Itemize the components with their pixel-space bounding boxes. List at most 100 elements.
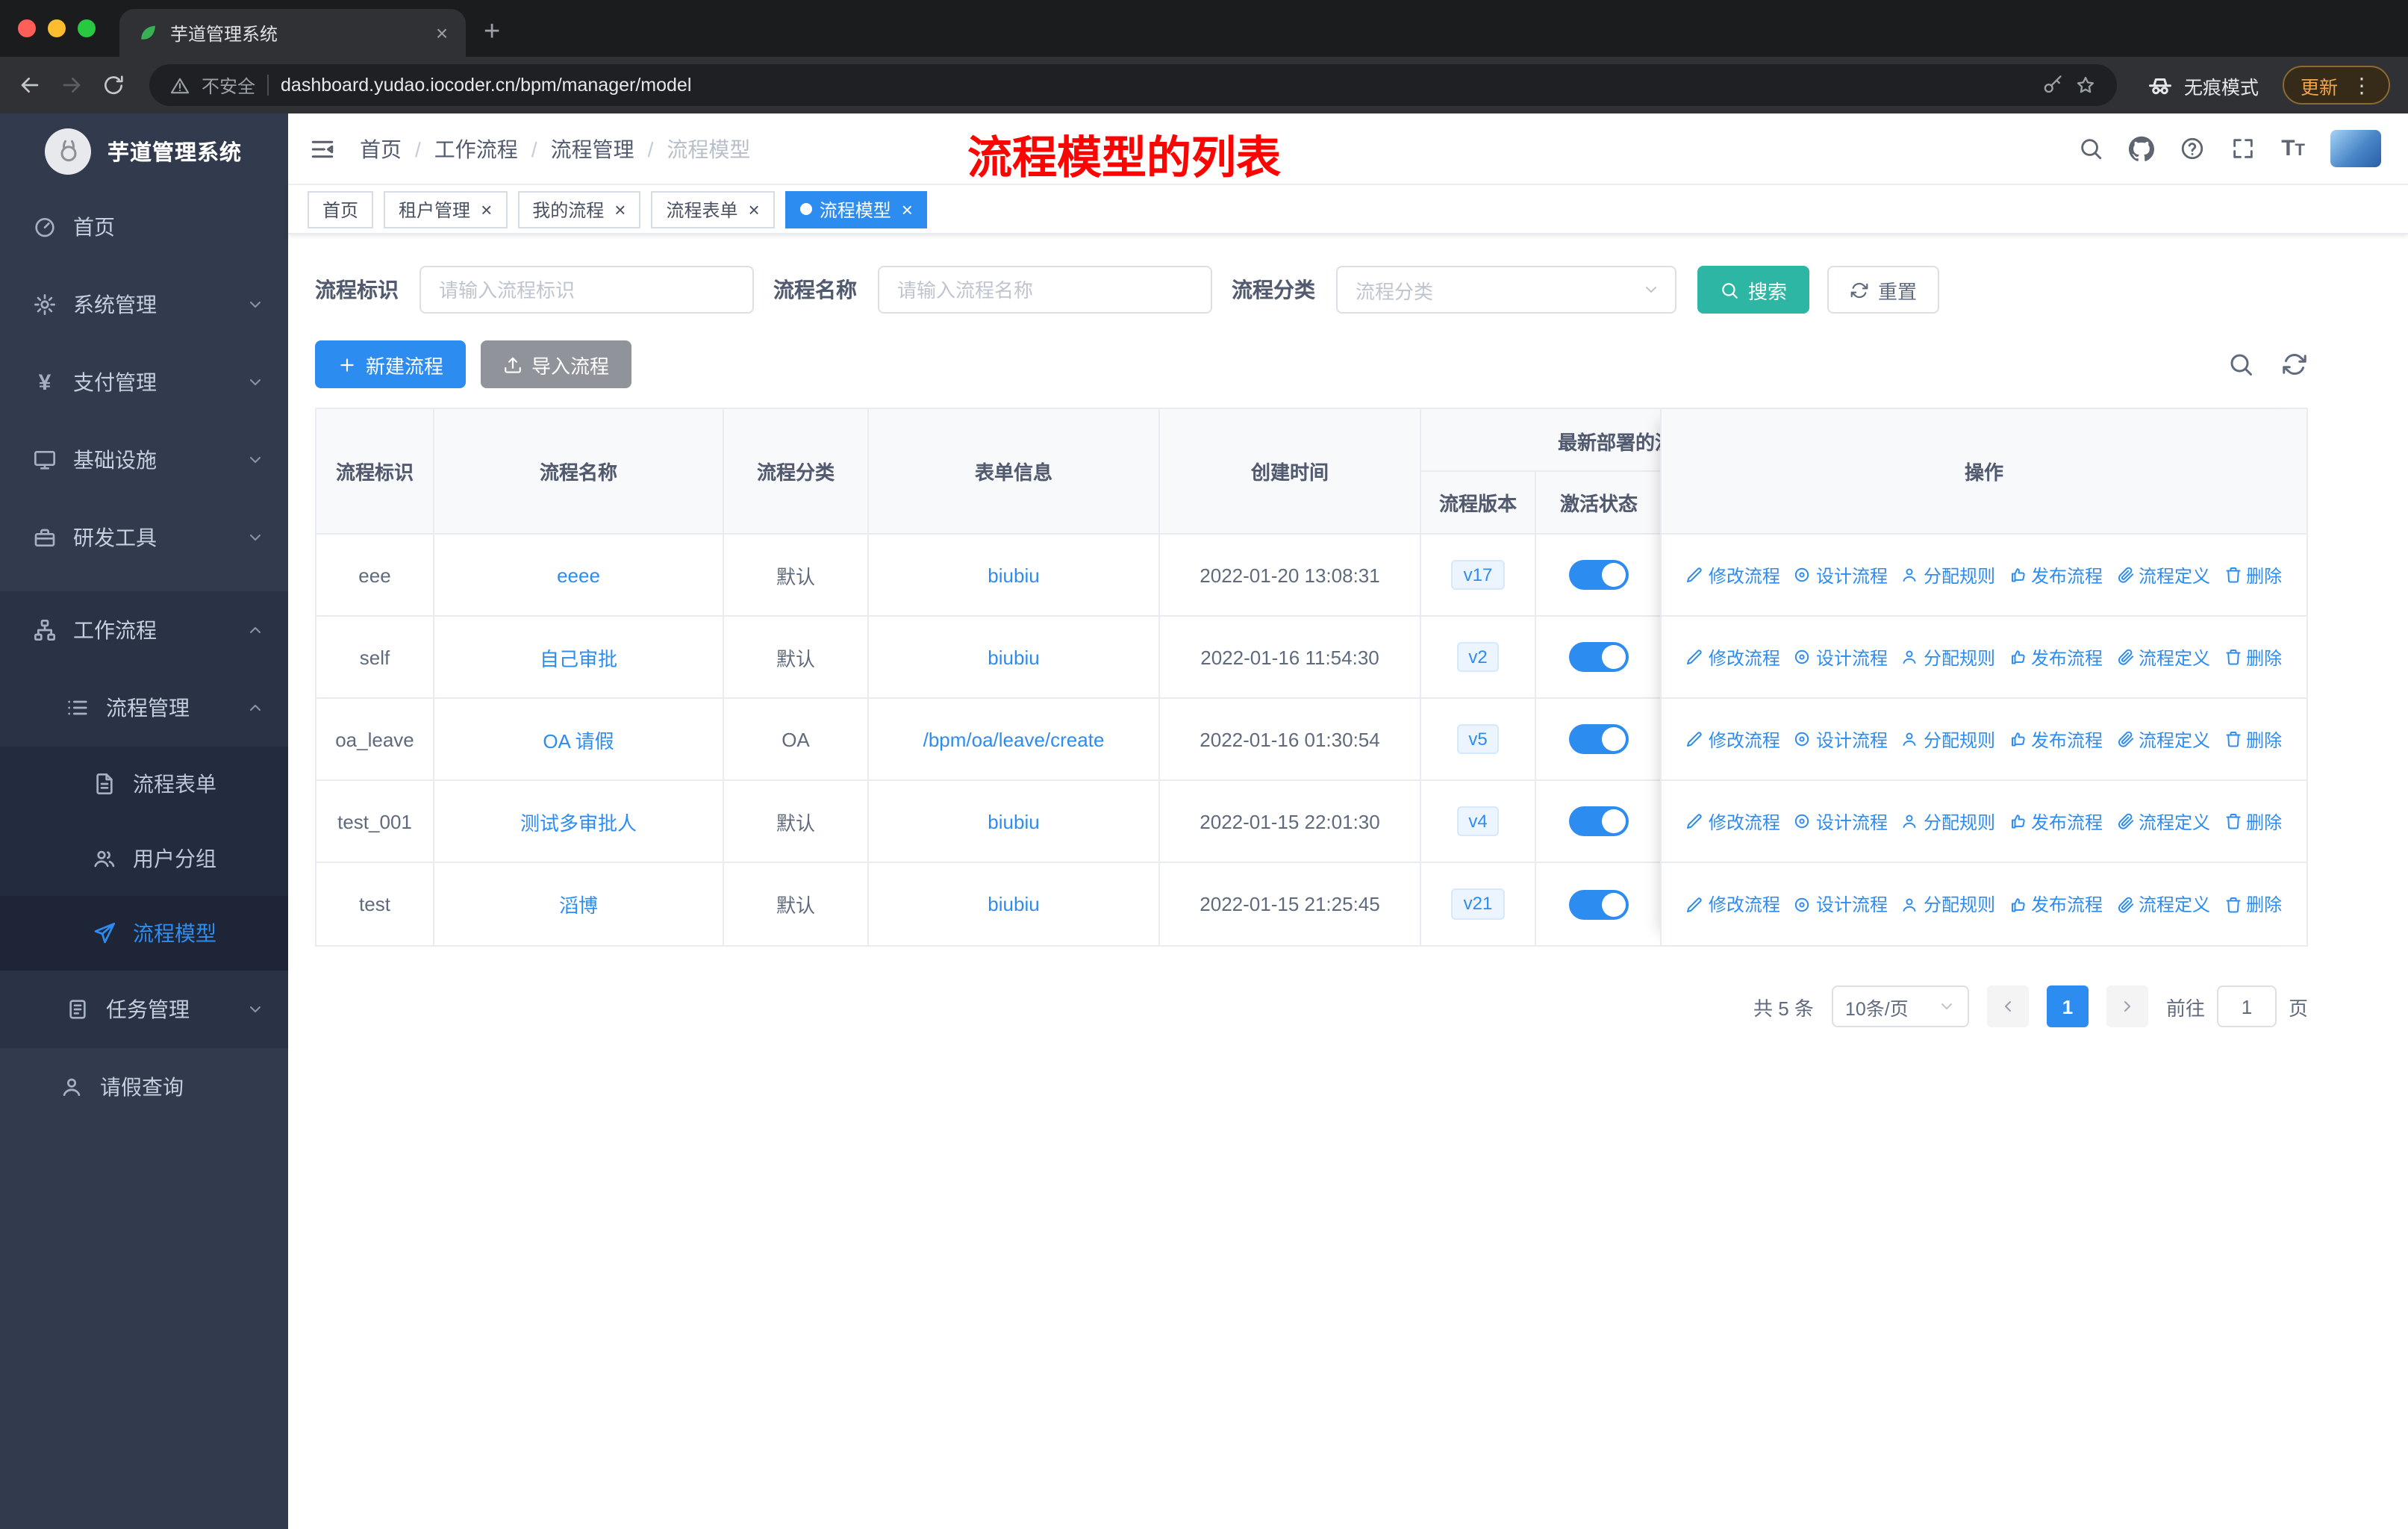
process-name-input[interactable] — [878, 266, 1212, 314]
help-icon[interactable] — [2180, 136, 2205, 161]
status-toggle[interactable] — [1569, 642, 1629, 672]
process-name-link[interactable]: 自己审批 — [540, 643, 617, 671]
modify-process-link[interactable]: 修改流程 — [1686, 891, 1780, 917]
publish-process-link[interactable]: 发布流程 — [2009, 562, 2103, 588]
tag-tenant-mgmt[interactable]: 租户管理 × — [384, 190, 508, 228]
close-tag-icon[interactable]: × — [481, 198, 492, 220]
modify-process-link[interactable]: 修改流程 — [1686, 809, 1780, 834]
sidebar-item-user-group[interactable]: 用户分组 — [0, 821, 288, 896]
publish-process-link[interactable]: 发布流程 — [2009, 809, 2103, 834]
back-icon[interactable] — [18, 73, 42, 97]
process-definition-link[interactable]: 流程定义 — [2116, 644, 2210, 670]
close-tag-icon[interactable]: × — [902, 198, 913, 220]
fullscreen-icon[interactable] — [2230, 136, 2256, 161]
sidebar-item-system-mgmt[interactable]: 系统管理 — [0, 266, 288, 343]
publish-process-link[interactable]: 发布流程 — [2009, 726, 2103, 752]
search-icon[interactable] — [2078, 136, 2103, 161]
sidebar-item-workflow[interactable]: 工作流程 — [0, 591, 288, 669]
status-toggle[interactable] — [1569, 889, 1629, 919]
design-process-link[interactable]: 设计流程 — [1794, 726, 1888, 752]
process-name-link[interactable]: 滔博 — [559, 890, 598, 918]
create-process-button[interactable]: 新建流程 — [315, 340, 467, 388]
modify-process-link[interactable]: 修改流程 — [1686, 644, 1780, 670]
font-size-icon[interactable]: TT — [2281, 137, 2305, 160]
import-process-button[interactable]: 导入流程 — [481, 340, 632, 388]
status-toggle[interactable] — [1569, 560, 1629, 590]
password-key-icon[interactable] — [2042, 75, 2063, 96]
assign-rule-link[interactable]: 分配规则 — [1901, 726, 1995, 752]
close-tag-icon[interactable]: × — [614, 198, 626, 220]
publish-process-link[interactable]: 发布流程 — [2009, 644, 2103, 670]
minimize-window-button[interactable] — [48, 19, 66, 37]
process-definition-link[interactable]: 流程定义 — [2116, 891, 2210, 917]
reset-button[interactable]: 重置 — [1827, 266, 1940, 314]
assign-rule-link[interactable]: 分配规则 — [1901, 644, 1995, 670]
close-window-button[interactable] — [18, 19, 36, 37]
status-toggle[interactable] — [1569, 806, 1629, 836]
process-definition-link[interactable]: 流程定义 — [2116, 562, 2210, 588]
form-info-link[interactable]: biubiu — [988, 564, 1039, 586]
delete-link[interactable]: 删除 — [2224, 891, 2282, 917]
design-process-link[interactable]: 设计流程 — [1794, 809, 1888, 834]
browser-menu-icon[interactable]: ⋮ — [2351, 72, 2372, 98]
form-info-link[interactable]: /bpm/oa/leave/create — [923, 728, 1105, 750]
close-tab-icon[interactable]: × — [430, 21, 454, 45]
publish-process-link[interactable]: 发布流程 — [2009, 891, 2103, 917]
forward-icon[interactable] — [60, 73, 84, 97]
sidebar-item-process-form[interactable]: 流程表单 — [0, 747, 288, 821]
tag-process-form[interactable]: 流程表单 × — [651, 190, 775, 228]
current-page-button[interactable]: 1 — [2046, 985, 2089, 1027]
sidebar-item-leave-query[interactable]: 请假查询 — [0, 1048, 288, 1126]
zoom-window-button[interactable] — [78, 19, 96, 37]
process-definition-link[interactable]: 流程定义 — [2116, 809, 2210, 834]
bookmark-star-icon[interactable] — [2075, 75, 2096, 96]
process-name-link[interactable]: OA 请假 — [543, 725, 614, 753]
form-info-link[interactable]: biubiu — [988, 646, 1039, 668]
design-process-link[interactable]: 设计流程 — [1794, 562, 1888, 588]
goto-page-input[interactable] — [2216, 985, 2277, 1027]
process-id-input[interactable] — [419, 266, 754, 314]
form-info-link[interactable]: biubiu — [988, 893, 1039, 915]
show-search-icon[interactable] — [2227, 351, 2254, 378]
user-avatar[interactable] — [2330, 130, 2381, 167]
delete-link[interactable]: 删除 — [2224, 809, 2282, 834]
status-toggle[interactable] — [1569, 724, 1629, 754]
delete-link[interactable]: 删除 — [2224, 726, 2282, 752]
process-definition-link[interactable]: 流程定义 — [2116, 726, 2210, 752]
close-tag-icon[interactable]: × — [749, 198, 760, 220]
modify-process-link[interactable]: 修改流程 — [1686, 726, 1780, 752]
breadcrumb-home[interactable]: 首页 — [360, 134, 402, 164]
page-size-select[interactable]: 10条/页 — [1831, 985, 1969, 1027]
sidebar-item-task-mgmt[interactable]: 任务管理 — [0, 971, 288, 1048]
assign-rule-link[interactable]: 分配规则 — [1901, 562, 1995, 588]
process-name-link[interactable]: eeee — [557, 564, 600, 586]
new-tab-button[interactable]: + — [484, 16, 500, 49]
assign-rule-link[interactable]: 分配规则 — [1901, 891, 1995, 917]
sidebar-item-infrastructure[interactable]: 基础设施 — [0, 421, 288, 499]
tag-home[interactable]: 首页 — [308, 190, 374, 228]
search-button[interactable]: 搜索 — [1697, 266, 1810, 314]
next-page-button[interactable] — [2106, 985, 2148, 1027]
tag-my-process[interactable]: 我的流程 × — [517, 190, 641, 228]
github-icon[interactable] — [2129, 136, 2154, 161]
update-browser-button[interactable]: 更新 ⋮ — [2282, 66, 2390, 105]
browser-tab[interactable]: 芋道管理系统 × — [119, 9, 466, 57]
sidebar-item-payment-mgmt[interactable]: ¥ 支付管理 — [0, 343, 288, 421]
design-process-link[interactable]: 设计流程 — [1794, 644, 1888, 670]
refresh-table-icon[interactable] — [2281, 351, 2308, 378]
delete-link[interactable]: 删除 — [2224, 644, 2282, 670]
tag-process-model[interactable]: 流程模型 × — [785, 190, 928, 228]
collapse-sidebar-icon[interactable] — [309, 135, 336, 162]
design-process-link[interactable]: 设计流程 — [1794, 891, 1888, 917]
category-select[interactable]: 流程分类 — [1336, 266, 1676, 314]
modify-process-link[interactable]: 修改流程 — [1686, 562, 1780, 588]
assign-rule-link[interactable]: 分配规则 — [1901, 809, 1995, 834]
form-info-link[interactable]: biubiu — [988, 810, 1039, 832]
delete-link[interactable]: 删除 — [2224, 562, 2282, 588]
sidebar-item-process-mgmt[interactable]: 流程管理 — [0, 669, 288, 747]
prev-page-button[interactable] — [1986, 985, 2029, 1027]
sidebar-item-dev-tools[interactable]: 研发工具 — [0, 499, 288, 576]
sidebar-item-home[interactable]: 首页 — [0, 188, 288, 266]
address-bar[interactable]: 不安全 dashboard.yudao.iocoder.cn/bpm/manag… — [149, 64, 2117, 106]
reload-icon[interactable] — [102, 73, 125, 97]
